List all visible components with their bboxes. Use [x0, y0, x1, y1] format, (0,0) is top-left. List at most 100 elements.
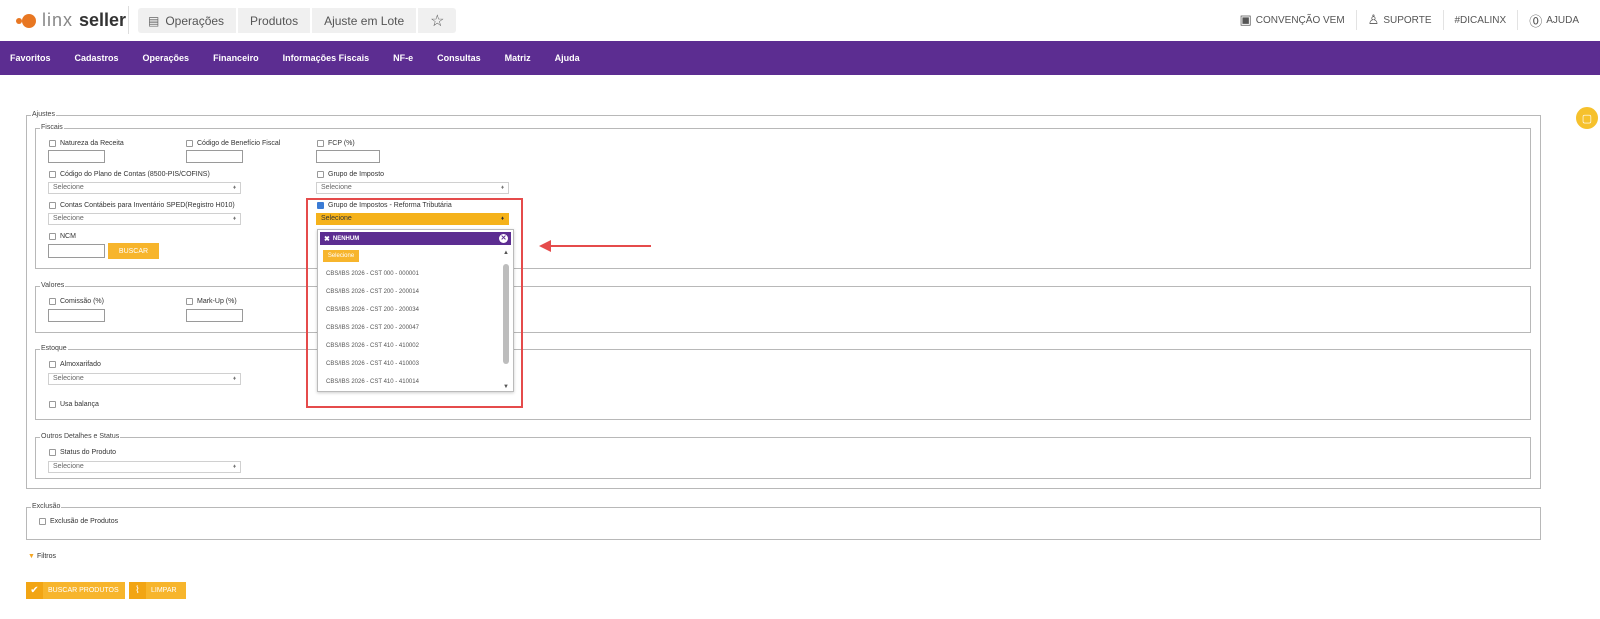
side-widget-icon[interactable]: ▢: [1576, 107, 1598, 129]
comissao-input[interactable]: [48, 309, 105, 322]
natureza-receita-input[interactable]: [48, 150, 105, 163]
checkbox-label: Status do Produto: [60, 449, 117, 456]
menu-informacoes-fiscais[interactable]: Informações Fiscais: [271, 53, 382, 63]
menu-consultas[interactable]: Consultas: [425, 53, 493, 63]
checkbox-label: FCP (%): [328, 140, 355, 147]
status-produto-select[interactable]: Selecione ♦: [48, 461, 241, 473]
document-icon: ▤: [148, 13, 160, 28]
markup-checkbox[interactable]: Mark-Up (%): [186, 298, 237, 305]
grupo-imposto-checkbox[interactable]: Grupo de Imposto: [317, 171, 384, 178]
main-menu: Favoritos Cadastros Operações Financeiro…: [0, 41, 1600, 75]
checkbox-label: Código do Plano de Contas (8500-PIS/COFI…: [60, 171, 210, 178]
estoque-legend: Estoque: [41, 345, 67, 352]
checkbox-label: Exclusão de Produtos: [50, 518, 119, 525]
check-icon: ✔: [26, 582, 43, 599]
exclusao-produtos-checkbox[interactable]: Exclusão de Produtos: [39, 518, 118, 525]
menu-financeiro[interactable]: Financeiro: [201, 53, 271, 63]
breadcrumb-operacoes[interactable]: ▤ Operações: [138, 8, 237, 33]
status-produto-checkbox[interactable]: Status do Produto: [49, 449, 116, 456]
logo-text-seller: seller: [79, 10, 127, 30]
fcp-input[interactable]: [316, 150, 380, 163]
checkbox[interactable]: [49, 171, 56, 178]
menu-cadastros[interactable]: Cadastros: [63, 53, 131, 63]
limpar-button[interactable]: ⌇ LIMPAR: [129, 582, 186, 599]
ncm-input[interactable]: [48, 244, 105, 258]
fiscais-legend: Fiscais: [41, 124, 63, 131]
checkbox[interactable]: [317, 171, 324, 178]
menu-ajuda[interactable]: Ajuda: [543, 53, 592, 63]
checkbox[interactable]: [186, 298, 193, 305]
filtros-toggle[interactable]: ▼ Filtros: [28, 553, 56, 560]
ajustes-legend: Ajustes: [32, 111, 55, 118]
contas-contabeis-checkbox[interactable]: Contas Contábeis para Inventário SPED(Re…: [49, 202, 235, 209]
valores-legend: Valores: [41, 282, 65, 289]
linx-seller-logo[interactable]: linx seller: [16, 10, 126, 31]
checkbox[interactable]: [317, 140, 324, 147]
link-convencao-vem[interactable]: ▣ CONVENÇÃO VEM: [1228, 10, 1355, 30]
link-ajuda[interactable]: ⓪ AJUDA: [1517, 10, 1590, 30]
select-value: Selecione: [53, 463, 84, 470]
link-label: #DICALINX: [1454, 14, 1507, 26]
buscar-produtos-button[interactable]: ✔ BUSCAR PRODUTOS: [26, 582, 125, 599]
checkbox[interactable]: [49, 449, 56, 456]
menu-operacoes[interactable]: Operações: [131, 53, 202, 63]
checkbox-label: NCM: [60, 233, 76, 240]
menu-nfe[interactable]: NF-e: [381, 53, 425, 63]
checkbox-label: Usa balança: [60, 401, 99, 408]
checkbox[interactable]: [186, 140, 193, 147]
breadcrumb-ajuste-em-lote[interactable]: Ajuste em Lote: [312, 8, 417, 33]
buscar-ncm-button[interactable]: BUSCAR: [108, 243, 159, 259]
checkbox[interactable]: [49, 202, 56, 209]
broom-icon: ⌇: [129, 582, 146, 599]
checkbox-label: Contas Contábeis para Inventário SPED(Re…: [60, 202, 235, 209]
ncm-checkbox[interactable]: NCM: [49, 233, 76, 240]
checkbox[interactable]: [49, 401, 56, 408]
chevron-down-icon: ♦: [232, 216, 236, 222]
menu-matriz[interactable]: Matriz: [493, 53, 543, 63]
valores-section: Valores: [35, 282, 1531, 333]
markup-input[interactable]: [186, 309, 243, 322]
chevron-down-icon: ♦: [232, 464, 236, 470]
help-icon: ⓪: [1529, 13, 1543, 29]
almoxarifado-checkbox[interactable]: Almoxarifado: [49, 361, 101, 368]
fcp-checkbox[interactable]: FCP (%): [317, 140, 355, 147]
codigo-beneficio-input[interactable]: [186, 150, 243, 163]
logo-icon: [16, 13, 36, 29]
checkbox-label: Mark-Up (%): [197, 298, 237, 305]
user-icon: ♙: [1367, 12, 1380, 27]
usa-balanca-checkbox[interactable]: Usa balança: [49, 401, 99, 408]
plano-contas-select[interactable]: Selecione ♦: [48, 182, 241, 194]
grupo-imposto-select[interactable]: Selecione ♦: [316, 182, 509, 194]
comissao-checkbox[interactable]: Comissão (%): [49, 298, 104, 305]
link-suporte[interactable]: ♙ SUPORTE: [1355, 10, 1443, 30]
link-label: CONVENÇÃO VEM: [1255, 14, 1345, 26]
filtros-label: Filtros: [36, 553, 56, 560]
checkbox[interactable]: [39, 518, 46, 525]
plano-contas-checkbox[interactable]: Código do Plano de Contas (8500-PIS/COFI…: [49, 171, 210, 178]
link-dicalinx[interactable]: #DICALINX: [1442, 10, 1518, 30]
checkbox[interactable]: [49, 140, 56, 147]
contas-contabeis-select[interactable]: Selecione ♦: [48, 213, 241, 225]
chevron-down-icon: ♦: [500, 185, 504, 191]
select-value: Selecione: [53, 184, 84, 191]
breadcrumb-produtos[interactable]: Produtos: [238, 8, 311, 33]
button-label: LIMPAR: [151, 587, 177, 594]
almoxarifado-select[interactable]: Selecione ♦: [48, 373, 241, 385]
breadcrumb-label: Operações: [165, 13, 225, 28]
top-bar: linx seller ▤ Operações Produtos Ajuste …: [0, 0, 1600, 42]
annotation-arrow-icon: [539, 240, 651, 252]
checkbox[interactable]: [49, 361, 56, 368]
outros-detalhes-legend: Outros Detalhes e Status: [41, 433, 120, 440]
menu-favoritos[interactable]: Favoritos: [0, 53, 63, 63]
checkbox-label: Código de Benefício Fiscal: [197, 140, 281, 147]
checkbox[interactable]: [49, 233, 56, 240]
select-value: Selecione: [321, 184, 352, 191]
checkbox[interactable]: [49, 298, 56, 305]
checkbox-label: Almoxarifado: [60, 361, 101, 368]
favorite-star-icon[interactable]: ☆: [418, 8, 457, 33]
highlight-box: [306, 198, 523, 408]
natureza-receita-checkbox[interactable]: Natureza da Receita: [49, 140, 124, 147]
link-label: SUPORTE: [1383, 14, 1432, 26]
codigo-beneficio-checkbox[interactable]: Código de Benefício Fiscal: [186, 140, 280, 147]
breadcrumb-label: Ajuste em Lote: [324, 13, 405, 28]
